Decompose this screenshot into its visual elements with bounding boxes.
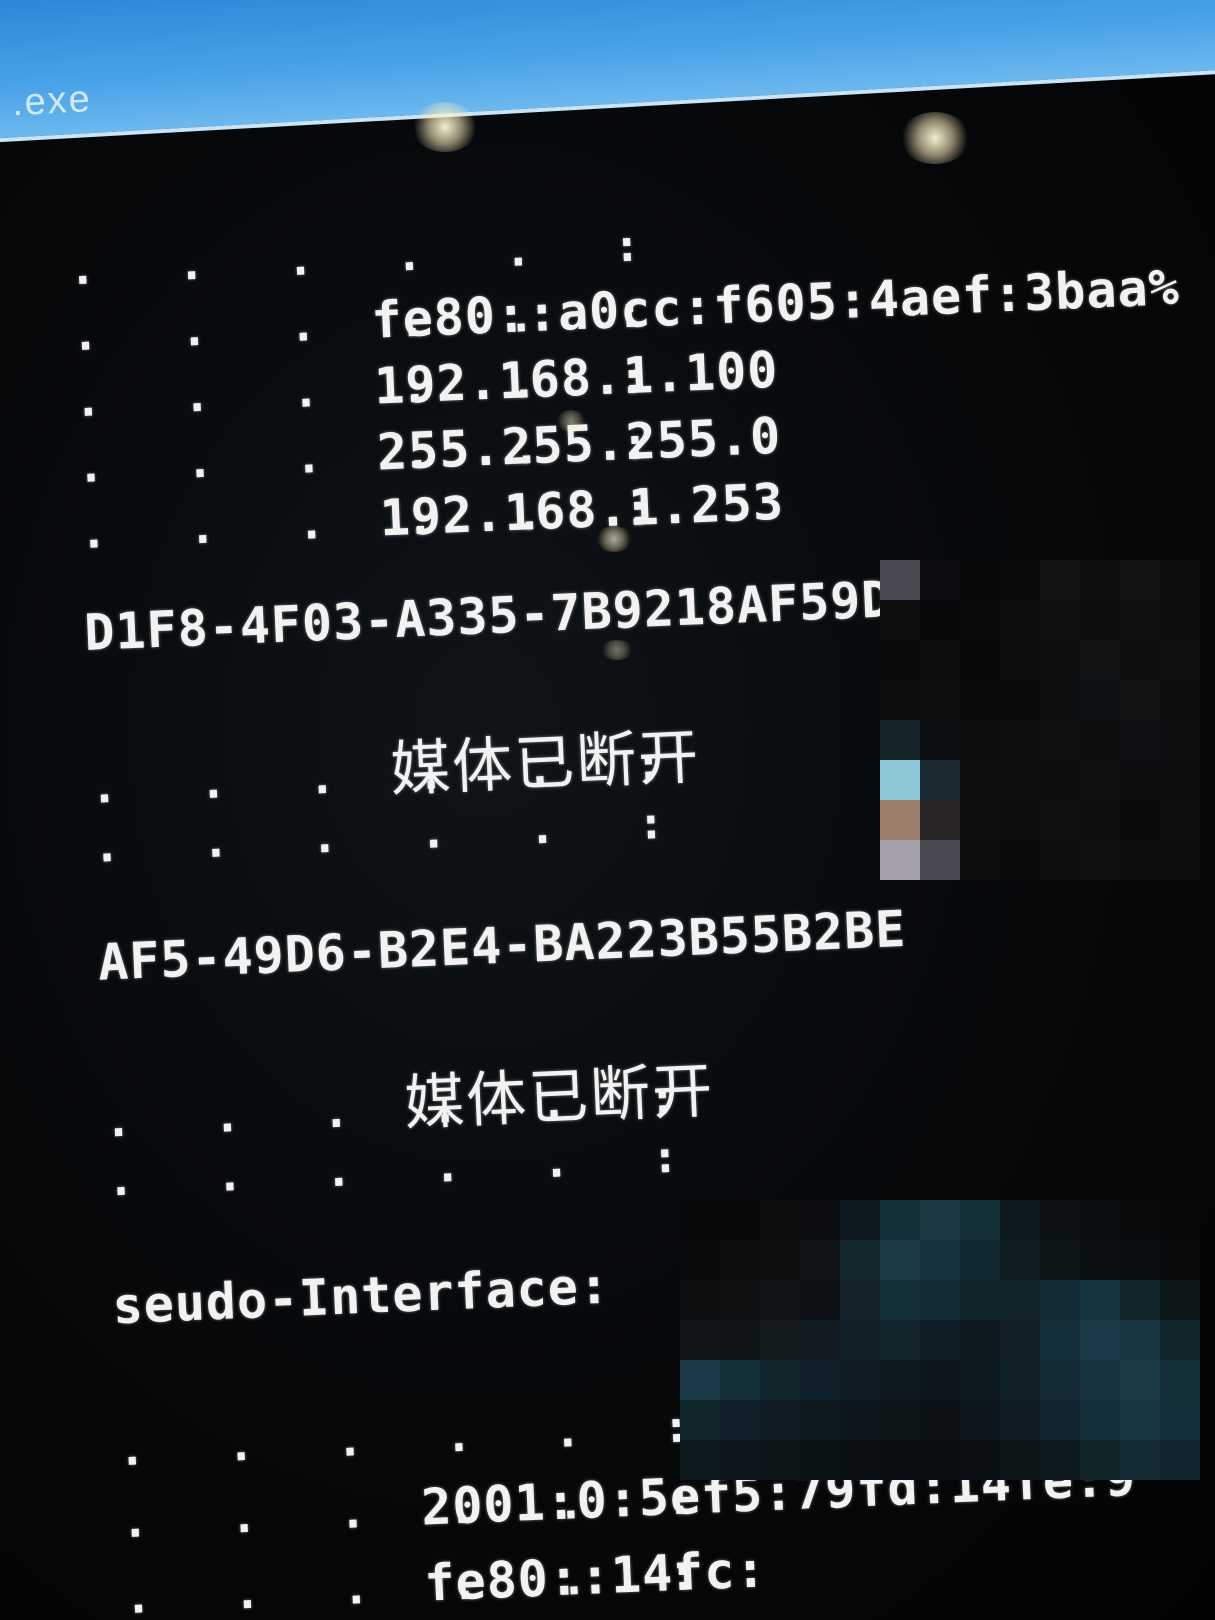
pixelated-redaction [880, 560, 1200, 880]
light-reflection [900, 112, 970, 164]
light-reflection [412, 102, 478, 152]
adapter-header: seudo-Interface: [111, 1256, 612, 1336]
default-gateway-value: 192.168.1.253 [378, 472, 786, 548]
media-state-value: 媒体已断开 [402, 1056, 716, 1140]
console-line: seudo-Interface: [53, 1238, 612, 1357]
light-reflection [556, 410, 586, 432]
console-line: AF5-49D6-B2E4-BA223B55B2BE [38, 881, 908, 1013]
console-line: . . . . . : [47, 1118, 708, 1229]
light-reflection [596, 526, 632, 552]
field-leader-dots: . . . . . : [79, 483, 681, 560]
light-reflection [600, 640, 634, 660]
console-line: . . . . . : [34, 784, 694, 895]
media-state-value: 媒体已断开 [388, 722, 702, 806]
adapter-guid: D1F8-4F03-A335-7B9218AF59D0> [83, 567, 956, 662]
field-leader-dots: . . . . . : [92, 796, 694, 873]
field-leader-dots: . . . . . : [106, 1130, 708, 1207]
adapter-guid: AF5-49D6-B2E4-BA223B55B2BE [96, 899, 908, 992]
field-leader-dots: . . . . . : [123, 1548, 725, 1620]
ipv6-link-local-value: fe80::14fc: [423, 1540, 768, 1613]
photographed-monitor: .exe . . . . . : . . . . . :fe80::a0cc:f… [0, 0, 1215, 1620]
pixelated-redaction [680, 1200, 1200, 1480]
